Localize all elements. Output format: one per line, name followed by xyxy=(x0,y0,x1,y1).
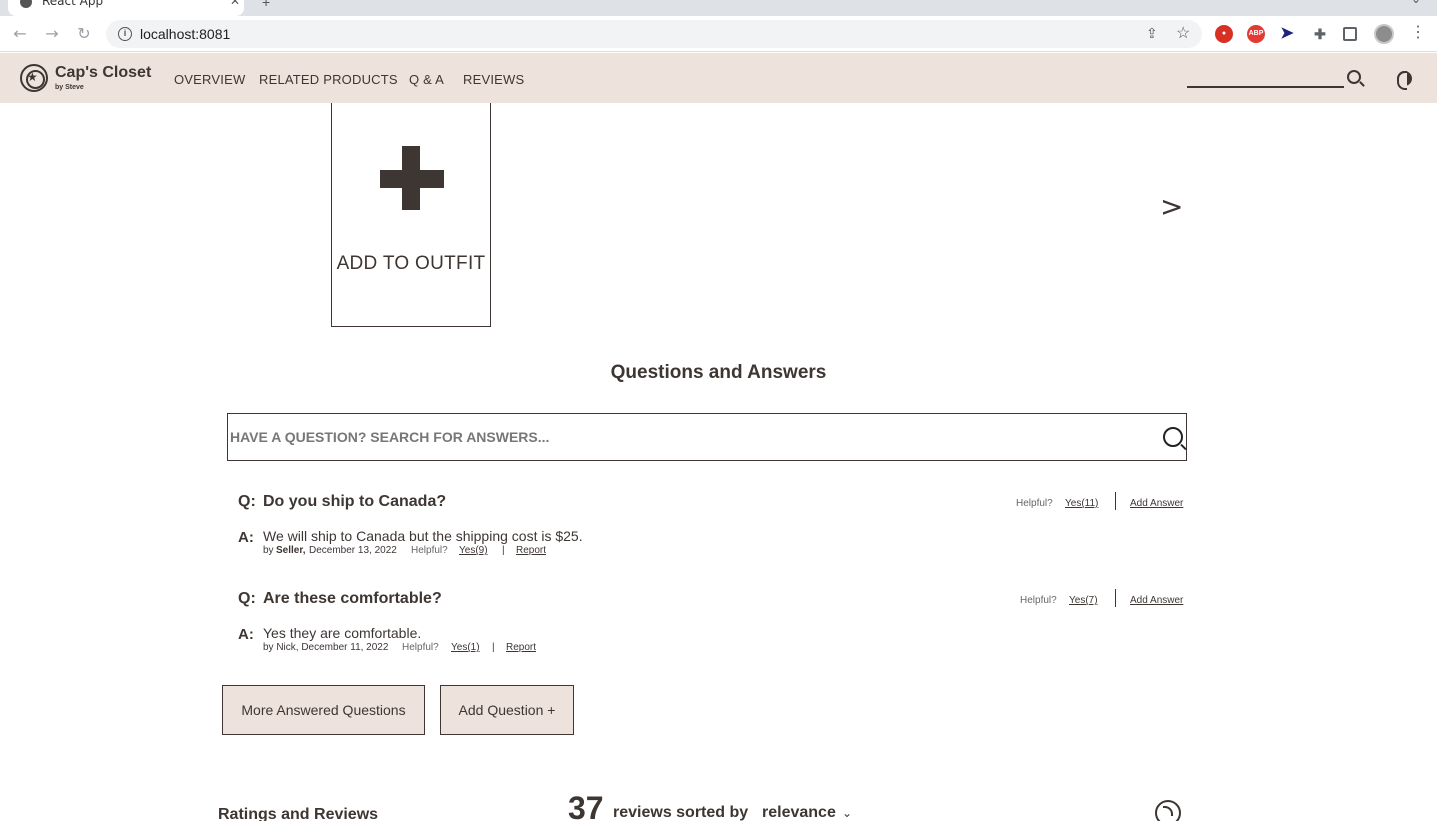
browser-tab-bar: React App ✕ + ⌄ xyxy=(0,0,1437,16)
header-search-input[interactable] xyxy=(1187,86,1344,88)
answer-text: Yes they are comfortable. xyxy=(263,625,422,641)
new-tab-icon[interactable]: + xyxy=(262,0,270,10)
back-icon[interactable]: ← xyxy=(10,24,30,44)
search-icon[interactable] xyxy=(1163,427,1183,447)
browser-tab[interactable]: React App ✕ xyxy=(8,0,244,16)
answer-label: A: xyxy=(238,626,254,643)
address-bar[interactable]: i localhost:8081 ⇪ ☆ xyxy=(106,20,1202,48)
answer-label: A: xyxy=(238,529,254,546)
close-tab-icon[interactable]: ✕ xyxy=(230,0,240,8)
share-icon[interactable]: ⇪ xyxy=(1146,25,1158,42)
site-info-icon[interactable]: i xyxy=(118,27,132,41)
ratings-reviews-title: Ratings and Reviews xyxy=(218,806,379,821)
logo-star-icon: ★ xyxy=(27,70,38,84)
nav-reviews[interactable]: REVIEWS xyxy=(463,72,524,87)
answerer-name: Seller, xyxy=(276,545,306,556)
answer-byline: by Nick, December 11, 2022 xyxy=(263,642,389,653)
logo-title[interactable]: Cap's Closet xyxy=(55,64,151,82)
question-helpful-label: Helpful? xyxy=(1016,498,1053,509)
add-to-outfit-card[interactable]: ADD TO OUTFIT xyxy=(331,103,491,327)
question-helpful-yes[interactable]: Yes(7) xyxy=(1069,595,1098,606)
sorted-by-label: reviews sorted by xyxy=(613,804,749,821)
divider xyxy=(1115,492,1116,510)
carousel-next-arrow[interactable]: > xyxy=(1160,190,1183,223)
reload-icon[interactable]: ↻ xyxy=(74,24,94,44)
review-count: 37 xyxy=(568,790,604,821)
profile-avatar[interactable] xyxy=(1374,24,1394,44)
logo-subtitle: by Steve xyxy=(55,84,84,91)
divider xyxy=(1115,589,1116,607)
add-to-outfit-label: ADD TO OUTFIT xyxy=(336,253,486,274)
answer-text: We will ship to Canada but the shipping … xyxy=(263,528,583,544)
app-header: ★ Cap's Closet by Steve OVERVIEW RELATED… xyxy=(0,53,1437,103)
nav-overview[interactable]: OVERVIEW xyxy=(174,72,245,87)
separator: | xyxy=(492,642,495,653)
nav-related-products[interactable]: RELATED PRODUCTS xyxy=(259,72,398,87)
react-favicon-icon xyxy=(20,0,32,8)
extensions-puzzle-icon[interactable]: ✚ xyxy=(1311,25,1329,43)
sort-select[interactable]: relevance xyxy=(762,804,836,821)
answer-helpful-label: Helpful? xyxy=(402,642,439,653)
report-link[interactable]: Report xyxy=(516,545,546,556)
qa-section-title: Questions and Answers xyxy=(610,362,827,383)
bookmark-star-icon[interactable]: ☆ xyxy=(1176,23,1190,43)
nav-qa[interactable]: Q & A xyxy=(409,72,444,87)
url-text[interactable]: localhost:8081 xyxy=(140,26,230,42)
tab-title: React App xyxy=(42,0,104,8)
tab-search-chevron-icon[interactable]: ⌄ xyxy=(1411,0,1421,6)
answer-by: by xyxy=(263,545,274,556)
add-answer-link[interactable]: Add Answer xyxy=(1130,498,1183,509)
report-link[interactable]: Report xyxy=(506,642,536,653)
qa-search-input[interactable] xyxy=(230,424,1150,450)
forward-icon[interactable]: → xyxy=(42,24,62,44)
answer-helpful-label: Helpful? xyxy=(411,545,448,556)
question-helpful-yes[interactable]: Yes(11) xyxy=(1065,498,1098,509)
browser-menu-icon[interactable]: ⋮ xyxy=(1410,22,1426,42)
question-label: Q: xyxy=(238,493,256,510)
side-panel-icon[interactable] xyxy=(1343,27,1357,41)
answer-helpful-yes[interactable]: Yes(9) xyxy=(459,545,488,556)
search-icon[interactable] xyxy=(1347,70,1361,84)
separator: | xyxy=(502,545,505,556)
browser-toolbar: ← → ↻ i localhost:8081 ⇪ ☆ ● ABP ➤ ✚ ⋮ xyxy=(0,16,1437,52)
question-text: Do you ship to Canada? xyxy=(263,493,447,510)
extension-block-icon[interactable]: ● xyxy=(1215,25,1233,43)
adblock-plus-icon[interactable]: ABP xyxy=(1247,25,1265,43)
question-label: Q: xyxy=(238,590,256,607)
qa-search-box xyxy=(227,413,1187,461)
question-helpful-label: Helpful? xyxy=(1020,595,1057,606)
answer-date: December 13, 2022 xyxy=(309,545,397,556)
add-question-button[interactable]: Add Question + xyxy=(440,685,574,735)
add-answer-link[interactable]: Add Answer xyxy=(1130,595,1183,606)
question-text: Are these comfortable? xyxy=(263,590,442,607)
more-answered-questions-button[interactable]: More Answered Questions xyxy=(222,685,425,735)
answer-helpful-yes[interactable]: Yes(1) xyxy=(451,642,480,653)
chevron-down-icon[interactable]: ⌄ xyxy=(842,806,852,820)
plus-icon-bar xyxy=(380,170,444,188)
dark-mode-toggle-icon[interactable] xyxy=(1397,71,1412,90)
refresh-icon[interactable] xyxy=(1155,800,1181,821)
extension-cursor-icon[interactable]: ➤ xyxy=(1278,25,1296,43)
